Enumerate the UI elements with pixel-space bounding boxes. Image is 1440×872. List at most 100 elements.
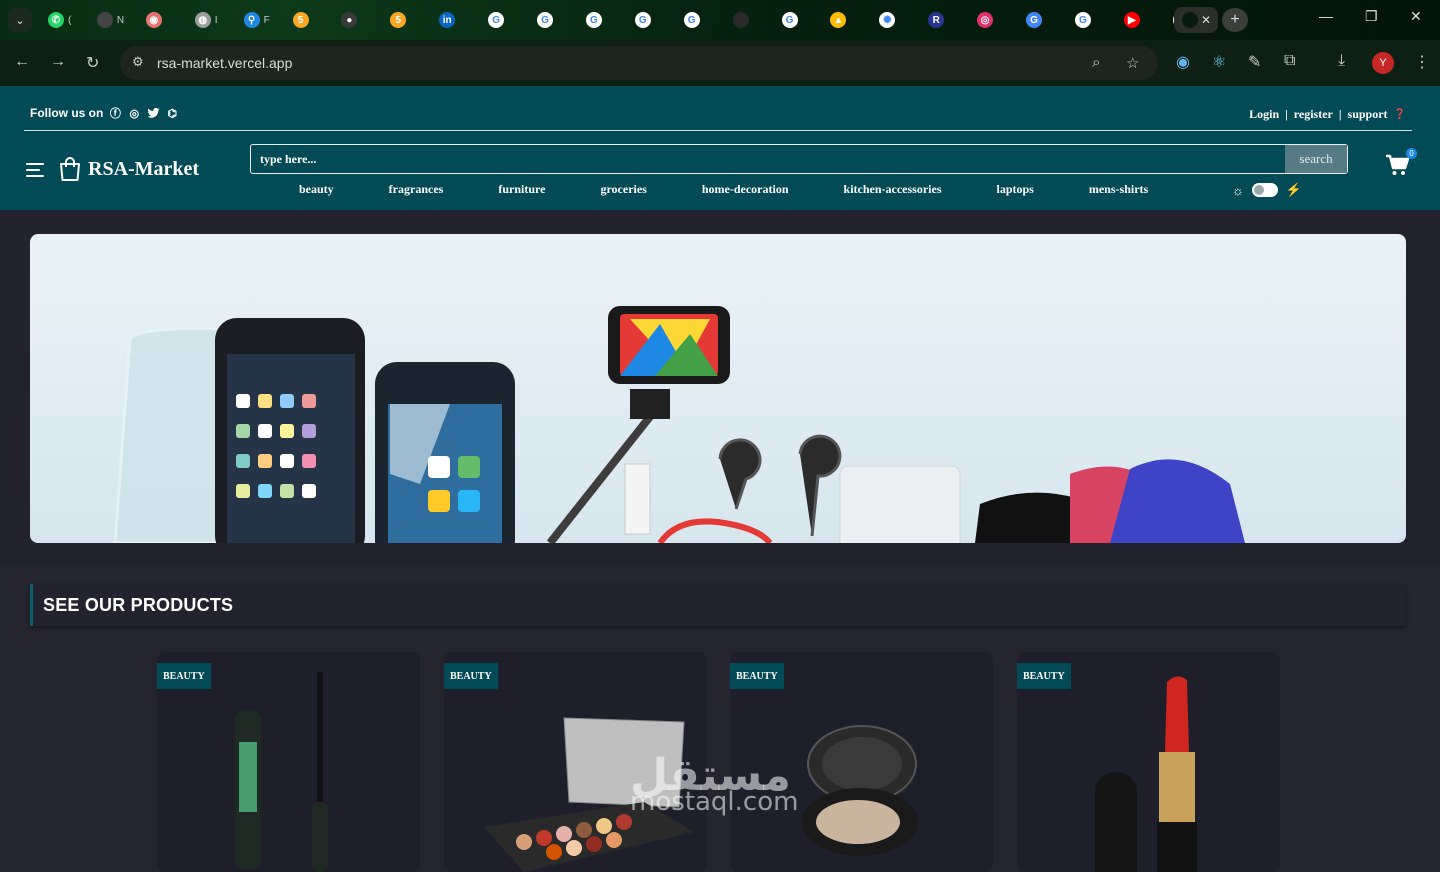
browser-tab[interactable]: G [578, 7, 622, 33]
search-input[interactable] [251, 145, 1285, 173]
site-settings-icon[interactable]: ⚙ [132, 54, 150, 72]
r-icon: R [928, 12, 945, 28]
browser-tab[interactable]: ● [333, 7, 377, 33]
browser-tabstrip: ⌄ ✆(N◉◍I⚲F5●5inGGGGGG▲✺R◎GG▶⌬ ✕ + — ❐ ✕ [0, 0, 1440, 40]
active-tab[interactable]: ✕ [1174, 7, 1218, 33]
google-icon: G [634, 12, 651, 28]
new-tab-button[interactable]: + [1222, 8, 1248, 32]
tab-search-dropdown-icon[interactable]: ⌄ [8, 8, 32, 32]
category-badge: BEAUTY [157, 663, 211, 689]
browser-tab[interactable]: ✆( [40, 7, 84, 33]
brand-name: RSA-Market [88, 157, 200, 180]
lightning-icon: ⚡ [1285, 182, 1303, 197]
theme-toggle[interactable] [1251, 183, 1278, 197]
openai-icon: ✺ [879, 12, 896, 28]
tab-title: ( [68, 14, 72, 26]
category-fragrances[interactable]: fragrances [389, 182, 444, 197]
category-beauty[interactable]: beauty [299, 182, 334, 197]
browser-tab[interactable]: R [920, 7, 964, 33]
category-kitchen-accessories[interactable]: kitchen-accessories [844, 182, 942, 197]
category-home-decoration[interactable]: home-decoration [702, 182, 789, 197]
restore-icon[interactable]: ❐ [1365, 8, 1378, 25]
support-link[interactable]: support [1348, 107, 1388, 122]
category-laptops[interactable]: laptops [997, 182, 1034, 197]
browser-tab[interactable]: ◉ [138, 7, 182, 33]
facebook-icon[interactable]: ⓕ [108, 106, 122, 120]
color-picker-icon[interactable]: ✎ [1248, 52, 1261, 72]
extension-circle-icon[interactable]: ◉ [1176, 52, 1190, 72]
menu-kebab-icon[interactable]: ⋮ [1414, 52, 1430, 72]
cart-count-badge: 0 [1406, 148, 1417, 159]
tab-title: F [263, 14, 270, 26]
browser-tab[interactable]: 5 [285, 7, 329, 33]
theme-switch: ☼ ⚡ [1232, 182, 1302, 198]
bookmark-star-icon[interactable]: ☆ [1126, 54, 1139, 72]
browser-tab[interactable]: ✺ [871, 7, 915, 33]
tab-title: N [116, 14, 125, 26]
category-nav: beauty fragrances furniture groceries ho… [299, 182, 1203, 197]
react-devtools-icon[interactable]: ⚛ [1212, 52, 1226, 72]
browser-tab[interactable]: ▶ [1116, 7, 1160, 33]
brand-logo[interactable]: RSA-Market [58, 156, 199, 182]
gmail-icon [96, 12, 113, 28]
light-mode-icon: ☼ [1232, 182, 1244, 198]
browser-tab[interactable]: 5 [382, 7, 426, 33]
google-icon: G [1074, 12, 1091, 28]
browser-tab[interactable]: ▲ [822, 7, 866, 33]
question-icon: ❓ [1393, 109, 1406, 120]
browser-tab[interactable]: G [480, 7, 524, 33]
browser-tab[interactable]: in [431, 7, 475, 33]
instagram-icon[interactable]: ◎ [127, 106, 141, 120]
browser-tab[interactable]: G [1018, 7, 1062, 33]
hero-banner[interactable] [30, 234, 1406, 543]
browser-tab[interactable]: G [529, 7, 573, 33]
forward-icon[interactable]: → [50, 53, 66, 71]
register-link[interactable]: register [1294, 107, 1333, 122]
follow-us: Follow us on ⓕ ◎ ⌬ [30, 106, 179, 120]
globe-icon: ◍ [194, 12, 211, 28]
search-button[interactable]: search [1285, 145, 1347, 173]
back-icon[interactable]: ← [14, 53, 30, 71]
browser-tab[interactable]: ◍ I [187, 7, 231, 33]
browser-tab[interactable]: ◎ [969, 7, 1013, 33]
five-icon: 5 [292, 12, 309, 28]
translate-icon: G [1026, 12, 1042, 28]
browser-tab[interactable]: G [627, 7, 671, 33]
header-divider [24, 130, 1412, 131]
drive-icon: ▲ [830, 12, 847, 28]
login-link[interactable]: Login [1249, 107, 1279, 122]
product-card[interactable]: BEAUTY [157, 652, 420, 872]
browser-tab[interactable]: G [676, 7, 720, 33]
category-badge: BEAUTY [444, 663, 498, 689]
linkedin-icon: in [439, 12, 456, 28]
instagram-icon: ◎ [977, 12, 994, 28]
zoom-icon[interactable]: ⌕ [1092, 54, 1100, 71]
browser-tab[interactable]: ⚲ F [236, 7, 280, 33]
minimize-icon[interactable]: — [1319, 8, 1333, 24]
tab-close-icon[interactable]: ✕ [1201, 13, 1211, 27]
google-icon: G [781, 12, 798, 28]
category-badge: BEAUTY [1017, 663, 1071, 689]
category-mens-shirts[interactable]: mens-shirts [1089, 182, 1148, 197]
cart-icon[interactable] [1385, 154, 1409, 176]
address-bar[interactable]: ⚙ rsa-market.vercel.app ⌕ ☆ [120, 46, 1158, 80]
close-window-icon[interactable]: ✕ [1410, 8, 1422, 25]
bookmark-icon: ⚲ [243, 12, 260, 28]
url-text[interactable]: rsa-market.vercel.app [157, 55, 292, 71]
twitter-icon[interactable] [146, 106, 160, 120]
browser-toolbar: ← → ↻ ⚙ rsa-market.vercel.app ⌕ ☆ ◉ ⚛ ✎ … [0, 40, 1440, 86]
menu-hamburger-icon[interactable] [26, 163, 44, 177]
extensions-puzzle-icon[interactable]: ⧉ [1284, 52, 1295, 70]
profile-avatar[interactable]: Y [1372, 52, 1394, 74]
browser-tab[interactable]: N [89, 7, 133, 33]
download-icon[interactable]: ⤓ [1338, 52, 1345, 70]
category-furniture[interactable]: furniture [498, 182, 545, 197]
browser-tab[interactable]: G [774, 7, 818, 33]
reload-icon[interactable]: ↻ [86, 53, 99, 73]
dark-dot-icon: ● [341, 12, 358, 28]
product-card[interactable]: BEAUTY [1017, 652, 1280, 872]
browser-tab[interactable] [725, 7, 769, 33]
browser-tab[interactable]: G [1067, 7, 1111, 33]
github-icon[interactable]: ⌬ [165, 106, 179, 120]
category-groceries[interactable]: groceries [600, 182, 646, 197]
